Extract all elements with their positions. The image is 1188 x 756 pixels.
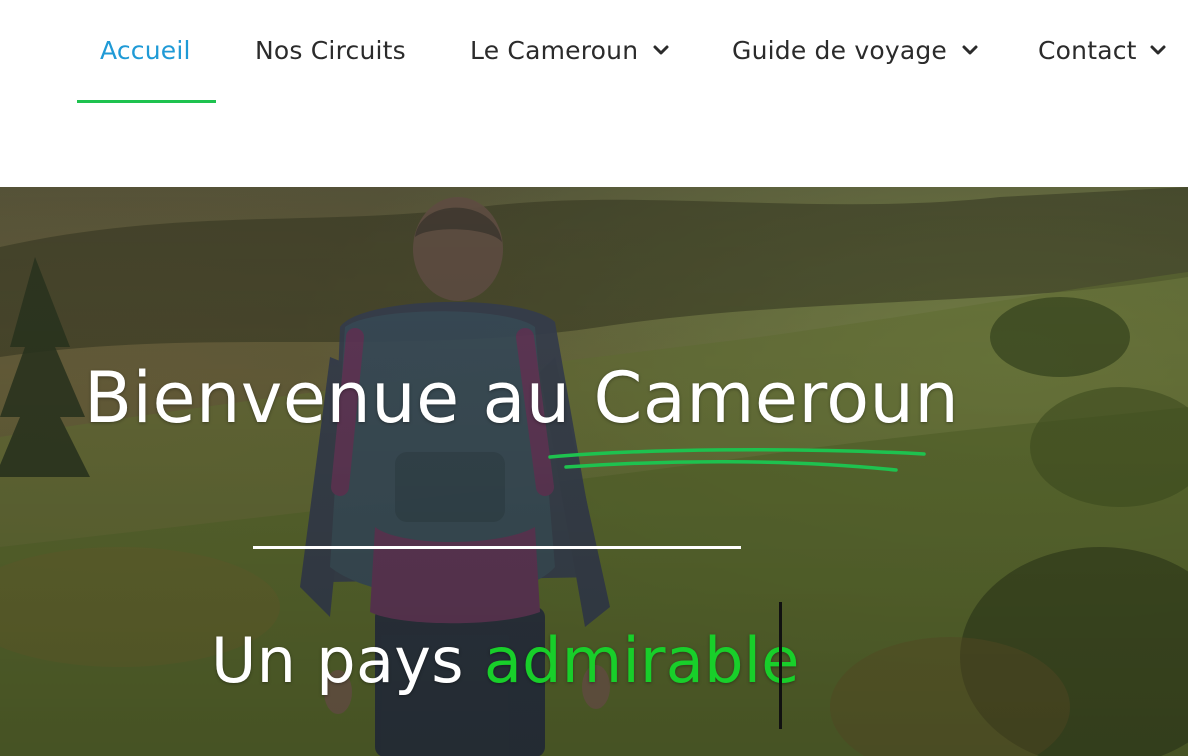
nav-item-label: Accueil [100, 35, 191, 65]
nav-item-guide-de-voyage[interactable]: Guide de voyage [732, 28, 979, 72]
active-nav-underline [77, 100, 216, 103]
main-navigation: Accueil Nos Circuits Le Cameroun Guide d… [0, 0, 1188, 187]
chevron-down-icon [1149, 44, 1167, 56]
nav-item-label: Le Cameroun [470, 35, 639, 65]
hero-subtitle: Un pays admirable [211, 630, 800, 692]
nav-item-label: Nos Circuits [255, 35, 406, 65]
nav-item-accueil[interactable]: Accueil [100, 28, 191, 72]
chevron-down-icon [961, 44, 979, 56]
chevron-down-icon [652, 44, 670, 56]
typing-cursor [779, 602, 782, 729]
hero-subtitle-highlight: admirable [483, 624, 800, 697]
nav-item-contact[interactable]: Contact [1038, 28, 1167, 72]
hero-subtitle-prefix: Un pays [211, 624, 464, 697]
hero-banner: Bienvenue au Cameroun Un pays admirable [0, 187, 1188, 756]
nav-item-le-cameroun[interactable]: Le Cameroun [470, 28, 670, 72]
nav-item-label: Guide de voyage [732, 35, 948, 65]
title-underline-squiggle [548, 447, 926, 472]
hero-divider [253, 546, 741, 549]
nav-item-label: Contact [1038, 35, 1137, 65]
hero-title: Bienvenue au Cameroun [84, 357, 960, 439]
nav-item-nos-circuits[interactable]: Nos Circuits [255, 28, 406, 72]
